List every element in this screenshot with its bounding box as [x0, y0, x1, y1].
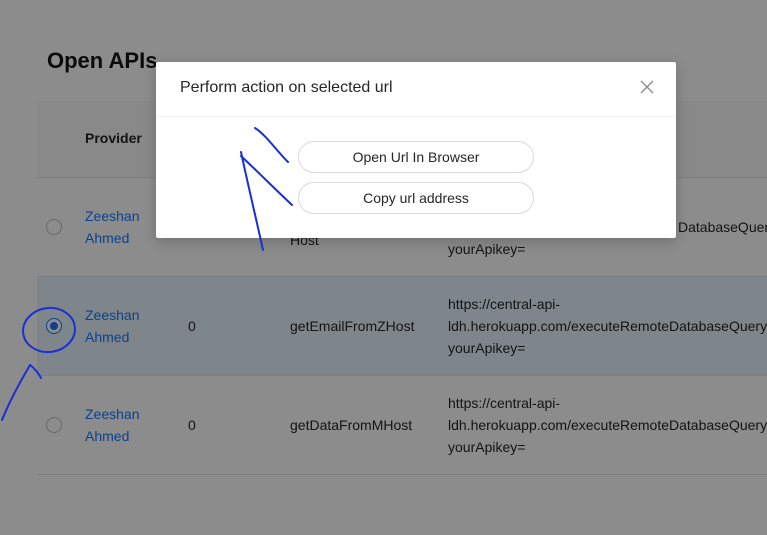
action-modal: Perform action on selected url Open Url … — [156, 62, 676, 238]
close-icon[interactable] — [636, 76, 658, 98]
copy-url-button[interactable]: Copy url address — [298, 182, 534, 214]
open-url-button[interactable]: Open Url In Browser — [298, 141, 534, 173]
modal-header: Perform action on selected url — [156, 62, 676, 117]
modal-title: Perform action on selected url — [180, 79, 393, 96]
